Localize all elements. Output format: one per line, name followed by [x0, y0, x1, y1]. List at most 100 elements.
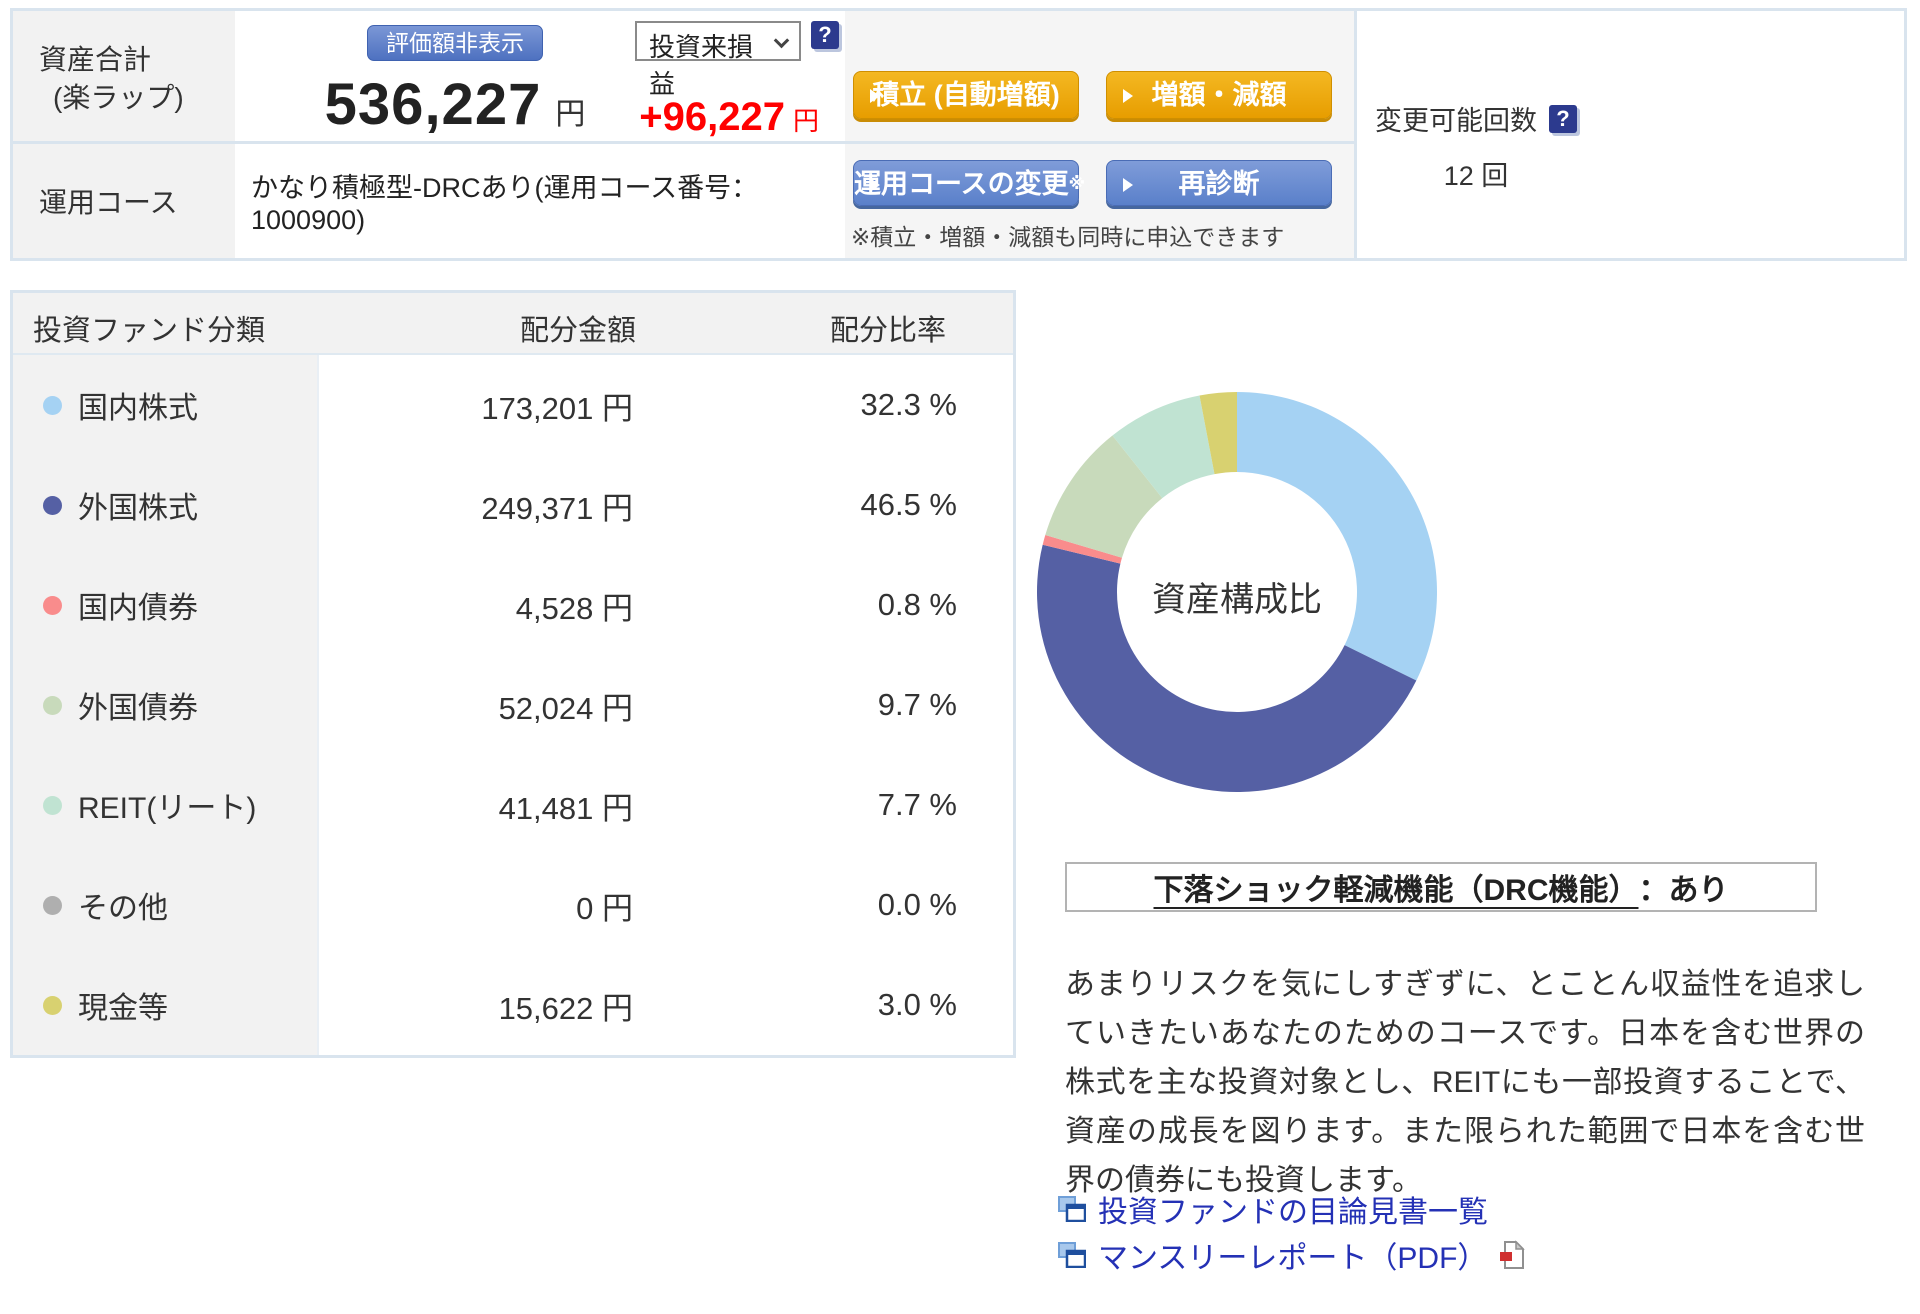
- fund-ratio: 7.7 %: [649, 755, 1013, 855]
- asset-total-label-line1: 資産合計: [39, 41, 235, 79]
- document-link[interactable]: 投資ファンドの目論見書一覧: [1058, 1186, 1525, 1232]
- external-window-icon: [1058, 1242, 1086, 1268]
- header-allocation-ratio: 配分比率: [773, 307, 1003, 349]
- fund-amount: 4,528 円: [319, 555, 649, 655]
- fund-ratio: 3.0 %: [649, 955, 1013, 1055]
- fund-color-dot: [43, 596, 62, 615]
- fund-ratio: 0.0 %: [649, 855, 1013, 955]
- course-label-text: 運用コース: [39, 181, 178, 221]
- rediagnosis-button[interactable]: 再診断: [1106, 160, 1332, 206]
- course-actions-area: 運用コースの変更※ 再診断 ※積立・増額・減額も同時に申込できます: [845, 144, 1354, 258]
- asset-actions-area: 積立 (自動増額) 増額・減額: [845, 11, 1354, 141]
- donut-center-label: 資産構成比: [1087, 572, 1387, 621]
- chevron-down-icon: [774, 33, 790, 49]
- change-count-label: 変更可能回数: [1375, 99, 1537, 138]
- tsumitate-button[interactable]: 積立 (自動増額): [853, 71, 1079, 119]
- fund-label-cell: 国内株式: [13, 355, 319, 455]
- fund-table-header: 投資ファンド分類 配分金額 配分比率: [13, 293, 1013, 355]
- fund-ratio: 46.5 %: [649, 455, 1013, 555]
- fund-color-dot: [43, 496, 62, 515]
- course-name-cell: かなり積極型-DRCあり(運用コース番号：1000900): [235, 144, 845, 258]
- table-row: 外国債券 52,024 円 9.7 %: [13, 655, 1013, 755]
- document-links: 投資ファンドの目論見書一覧 マンスリーレポート（PDF）: [1058, 1186, 1525, 1278]
- rediagnosis-label: 再診断: [1179, 169, 1260, 199]
- course-change-note-mark: ※: [1069, 174, 1086, 193]
- zougaku-button-label: 増額・減額: [1152, 80, 1287, 110]
- document-link-label: マンスリーレポート（PDF）: [1098, 1233, 1487, 1277]
- fund-label-cell: REIT(リート): [13, 755, 319, 855]
- fund-amount: 0 円: [319, 855, 649, 955]
- asset-summary-main: 資産合計 (楽ラップ) 評価額非表示 536,227 円 投資来損益 ?: [13, 11, 1354, 258]
- fund-amount: 41,481 円: [319, 755, 649, 855]
- fund-label-cell: 現金等: [13, 955, 319, 1055]
- fund-color-dot: [43, 996, 62, 1015]
- fund-ratio: 9.7 %: [649, 655, 1013, 755]
- change-count-help-icon[interactable]: ?: [1549, 105, 1577, 133]
- fund-color-dot: [43, 796, 62, 815]
- profit-help-icon[interactable]: ?: [811, 21, 839, 49]
- change-count-panel: 変更可能回数 ? 12 回: [1354, 11, 1904, 258]
- fund-label: 国内債券: [78, 583, 198, 627]
- profit-amount: +96,227 円: [639, 95, 819, 140]
- button-arrow-icon: [870, 178, 880, 192]
- fund-color-dot: [43, 896, 62, 915]
- fund-color-dot: [43, 396, 62, 415]
- course-label: 運用コース: [13, 144, 235, 258]
- course-row: 運用コース かなり積極型-DRCあり(運用コース番号：1000900) 運用コー…: [13, 141, 1354, 258]
- table-row: REIT(リート) 41,481 円 7.7 %: [13, 755, 1013, 855]
- asset-total-label: 資産合計 (楽ラップ): [13, 11, 235, 141]
- buttons-note: ※積立・増額・減額も同時に申込できます: [851, 218, 1284, 252]
- profit-period-select[interactable]: 投資来損益: [635, 21, 801, 61]
- change-count-value: 12 回: [1375, 154, 1577, 193]
- table-row: 国内株式 173,201 円 32.3 %: [13, 355, 1013, 455]
- hide-valuation-button[interactable]: 評価額非表示: [367, 25, 543, 61]
- header-fund-category: 投資ファンド分類: [33, 307, 265, 349]
- fund-label-cell: 国内債券: [13, 555, 319, 655]
- fund-label-cell: その他: [13, 855, 319, 955]
- course-description: あまりリスクを気にしすぎずに、とことん収益性を追求していきたいあなたのためのコー…: [1065, 960, 1865, 1205]
- document-link[interactable]: マンスリーレポート（PDF）: [1058, 1232, 1525, 1278]
- asset-summary-panel: 資産合計 (楽ラップ) 評価額非表示 536,227 円 投資来損益 ?: [10, 8, 1907, 261]
- fund-allocation-table: 投資ファンド分類 配分金額 配分比率 国内株式 173,201 円 32.3 %…: [10, 290, 1016, 1058]
- fund-amount: 15,622 円: [319, 955, 649, 1055]
- fund-label: 外国債券: [78, 683, 198, 727]
- rakuwrap-dashboard: 資産合計 (楽ラップ) 評価額非表示 536,227 円 投資来損益 ?: [0, 0, 1920, 1314]
- tsumitate-button-label: 積立 (自動増額): [872, 80, 1059, 110]
- pdf-file-icon[interactable]: [1499, 1240, 1525, 1270]
- fund-label: 現金等: [78, 983, 168, 1027]
- zougaku-gengaku-button[interactable]: 増額・減額: [1106, 71, 1332, 119]
- external-window-icon: [1058, 1196, 1086, 1222]
- drc-feature-box: 下落ショック軽減機能（DRC機能）：あり: [1065, 862, 1817, 912]
- asset-value-cell: 評価額非表示 536,227 円 投資来損益 ? +96,227 円: [235, 11, 845, 141]
- fund-label: その他: [78, 883, 168, 927]
- profit-unit: 円: [793, 106, 819, 136]
- fund-label-cell: 外国株式: [13, 455, 319, 555]
- document-link-label: 投資ファンドの目論見書一覧: [1098, 1187, 1488, 1231]
- table-row: 外国株式 249,371 円 46.5 %: [13, 455, 1013, 555]
- button-arrow-icon: [870, 89, 880, 103]
- course-name: かなり積極型-DRCあり(運用コース番号：1000900): [251, 166, 845, 236]
- fund-label-cell: 外国債券: [13, 655, 319, 755]
- fund-label: REIT(リート): [78, 783, 256, 827]
- button-arrow-icon: [1123, 178, 1133, 192]
- profit-value: +96,227: [639, 95, 785, 139]
- total-asset-value: 536,227: [325, 72, 542, 137]
- course-change-button[interactable]: 運用コースの変更※: [853, 160, 1079, 206]
- donut-segment: [1237, 392, 1437, 681]
- asset-total-row: 資産合計 (楽ラップ) 評価額非表示 536,227 円 投資来損益 ?: [13, 11, 1354, 141]
- table-row: 現金等 15,622 円 3.0 %: [13, 955, 1013, 1055]
- fund-amount: 52,024 円: [319, 655, 649, 755]
- drc-feature-title: 下落ショック軽減機能（DRC機能）: [1154, 865, 1639, 909]
- fund-amount: 249,371 円: [319, 455, 649, 555]
- fund-label: 国内株式: [78, 383, 198, 427]
- change-count-block: 変更可能回数 ? 12 回: [1375, 99, 1577, 193]
- button-arrow-icon: [1123, 89, 1133, 103]
- asset-total-label-line2: (楽ラップ): [39, 79, 235, 117]
- fund-color-dot: [43, 696, 62, 715]
- table-row: 国内債券 4,528 円 0.8 %: [13, 555, 1013, 655]
- drc-feature-status: ：あり: [1639, 865, 1729, 909]
- header-allocation-amount: 配分金額: [453, 307, 703, 349]
- fund-label: 外国株式: [78, 483, 198, 527]
- badge-wrap: 評価額非表示: [235, 25, 675, 61]
- total-asset-unit: 円: [555, 98, 585, 131]
